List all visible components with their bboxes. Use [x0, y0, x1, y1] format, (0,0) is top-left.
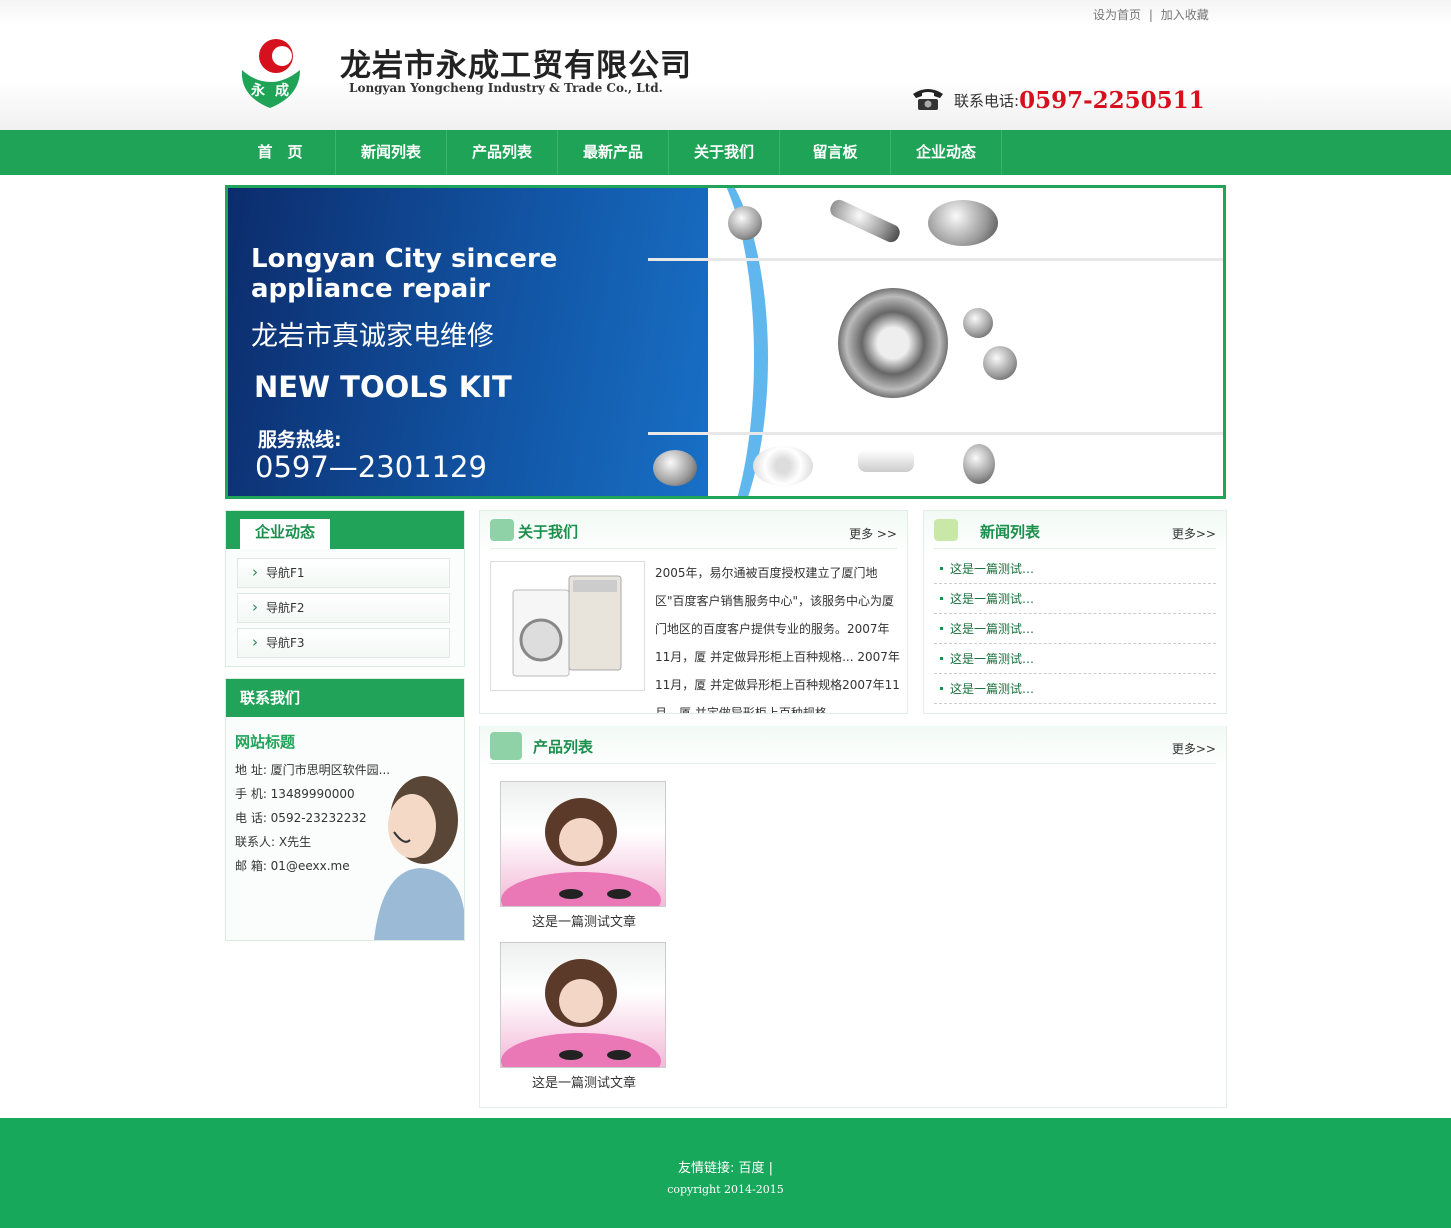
main-nav: 首 页 新闻列表 产品列表 最新产品 关于我们 留言板 企业动态 — [0, 130, 1451, 175]
part-image — [928, 200, 998, 246]
products-panel: 产品列表 更多>> 这是一篇测试文章 这是一篇测试文章 — [479, 726, 1227, 1108]
company-news-box: 企业动态 导航F1 导航F2 导航F3 — [225, 510, 465, 667]
logo-char-1: 永 — [250, 82, 266, 99]
news-item[interactable]: 这是一篇测试… — [934, 584, 1216, 614]
friend-link-separator: | — [768, 1161, 774, 1176]
footer: 友情链接: 百度 | copyright 2014-2015 — [0, 1118, 1451, 1228]
header: 设为首页 | 加入收藏 永 成 龙岩市永成工贸有限公司 Longyan Yong… — [0, 0, 1451, 130]
phone-number: 0597-2250511 — [1019, 87, 1205, 114]
product-image[interactable] — [500, 781, 666, 907]
add-favorite-link[interactable]: 加入收藏 — [1161, 8, 1209, 22]
contact-title: 联系我们 — [240, 689, 301, 707]
nav-news-list[interactable]: 新闻列表 — [336, 130, 447, 175]
about-more-link[interactable]: 更多 >> — [849, 525, 897, 542]
news-item[interactable]: 这是一篇测试… — [934, 554, 1216, 584]
products-more-link[interactable]: 更多>> — [1172, 740, 1216, 757]
contact-phone: 联系电话: 0597-2250511 — [910, 86, 1205, 115]
news-item[interactable]: 这是一篇测试… — [934, 644, 1216, 674]
nav-company-news[interactable]: 企业动态 — [891, 130, 1002, 175]
nav-home[interactable]: 首 页 — [225, 130, 336, 175]
product-caption[interactable]: 这是一篇测试文章 — [500, 1072, 668, 1091]
news-item[interactable]: 这是一篇测试… — [934, 674, 1216, 704]
product-card[interactable]: 这是一篇测试文章 — [500, 781, 668, 930]
news-header: 新闻列表 更多>> — [934, 511, 1216, 549]
set-homepage-link[interactable]: 设为首页 — [1093, 8, 1141, 22]
top-links: 设为首页 | 加入收藏 — [1091, 6, 1211, 23]
site-title: 网站标题 — [235, 733, 296, 751]
product-image[interactable] — [500, 942, 666, 1068]
telephone-icon — [910, 86, 946, 115]
gear-image — [838, 288, 948, 398]
product-icon — [490, 732, 522, 760]
company-name-cn: 龙岩市永成工贸有限公司 — [340, 48, 692, 84]
phone-label: 联系电话: — [954, 92, 1020, 110]
news-title: 新闻列表 — [980, 523, 1041, 541]
product-caption[interactable]: 这是一篇测试文章 — [500, 911, 668, 930]
sidebar-nav-f2[interactable]: 导航F2 — [237, 593, 450, 623]
sidebar-nav-f3[interactable]: 导航F3 — [237, 628, 450, 658]
sidebar-nav-f1[interactable]: 导航F1 — [237, 558, 450, 588]
company-news-title: 企业动态 — [240, 519, 330, 549]
part-image — [963, 308, 993, 338]
nav-product-list[interactable]: 产品列表 — [447, 130, 558, 175]
part-image — [728, 206, 762, 240]
banner-hotline-number: 0597—2301129 — [255, 450, 487, 484]
about-title: 关于我们 — [518, 523, 579, 541]
part-image — [753, 446, 813, 486]
customer-service-image — [354, 760, 464, 940]
news-item[interactable]: 这是一篇测试… — [934, 614, 1216, 644]
banner-title-line1: Longyan City sincere appliance repair — [251, 244, 558, 304]
banner-shelf-bottom — [648, 432, 1223, 435]
banner-hotline-label: 服务热线: — [258, 429, 342, 451]
about-text: 2005年，易尔通被百度授权建立了厦门地区"百度客户销售服务中心"，该服务中心为… — [655, 566, 900, 714]
part-image — [653, 450, 697, 486]
part-image — [858, 450, 914, 472]
company-logo[interactable]: 永 成 — [240, 36, 300, 108]
logo-char-2: 成 — [275, 82, 289, 99]
products-title: 产品列表 — [533, 738, 594, 756]
company-news-header: 企业动态 — [226, 511, 464, 549]
nav-about-us[interactable]: 关于我们 — [669, 130, 780, 175]
friend-link-baidu[interactable]: 百度 — [738, 1161, 764, 1176]
banner-title-cn: 龙岩市真诚家电维修 — [251, 321, 494, 352]
banner-tools-kit: NEW TOOLS KIT — [254, 370, 512, 404]
part-image — [983, 346, 1017, 380]
newspaper-icon — [934, 519, 958, 541]
washing-machine-image — [490, 561, 645, 691]
company-name-en: Longyan Yongcheng Industry & Trade Co., … — [349, 81, 663, 95]
part-image — [963, 444, 995, 484]
news-panel: 新闻列表 更多>> 这是一篇测试… 这是一篇测试… 这是一篇测试… 这是一篇测试… — [923, 510, 1227, 714]
top-link-separator: | — [1148, 8, 1153, 22]
contact-box: 联系我们 网站标题 地 址: 厦门市思明区软件园... 手 机: 1348999… — [225, 678, 465, 941]
about-header: 关于我们 更多 >> — [490, 511, 897, 549]
contact-header: 联系我们 — [226, 679, 464, 717]
copyright: copyright 2014-2015 — [667, 1183, 784, 1196]
news-more-link[interactable]: 更多>> — [1172, 525, 1216, 542]
hero-banner: Longyan City sincere appliance repair 龙岩市… — [225, 185, 1226, 499]
friend-links: 友情链接: 百度 | — [0, 1157, 1451, 1176]
about-panel: 关于我们 更多 >> 2005年，易尔通被百度授权建立了厦门地区"百度客户销售服… — [479, 510, 908, 714]
people-icon — [490, 519, 514, 541]
part-image — [827, 197, 903, 245]
products-header: 产品列表 更多>> — [490, 726, 1216, 764]
product-card[interactable]: 这是一篇测试文章 — [500, 942, 668, 1091]
friend-links-label: 友情链接: — [677, 1161, 735, 1176]
banner-shelf-top — [648, 258, 1223, 261]
nav-guestbook[interactable]: 留言板 — [780, 130, 891, 175]
nav-new-products[interactable]: 最新产品 — [558, 130, 669, 175]
